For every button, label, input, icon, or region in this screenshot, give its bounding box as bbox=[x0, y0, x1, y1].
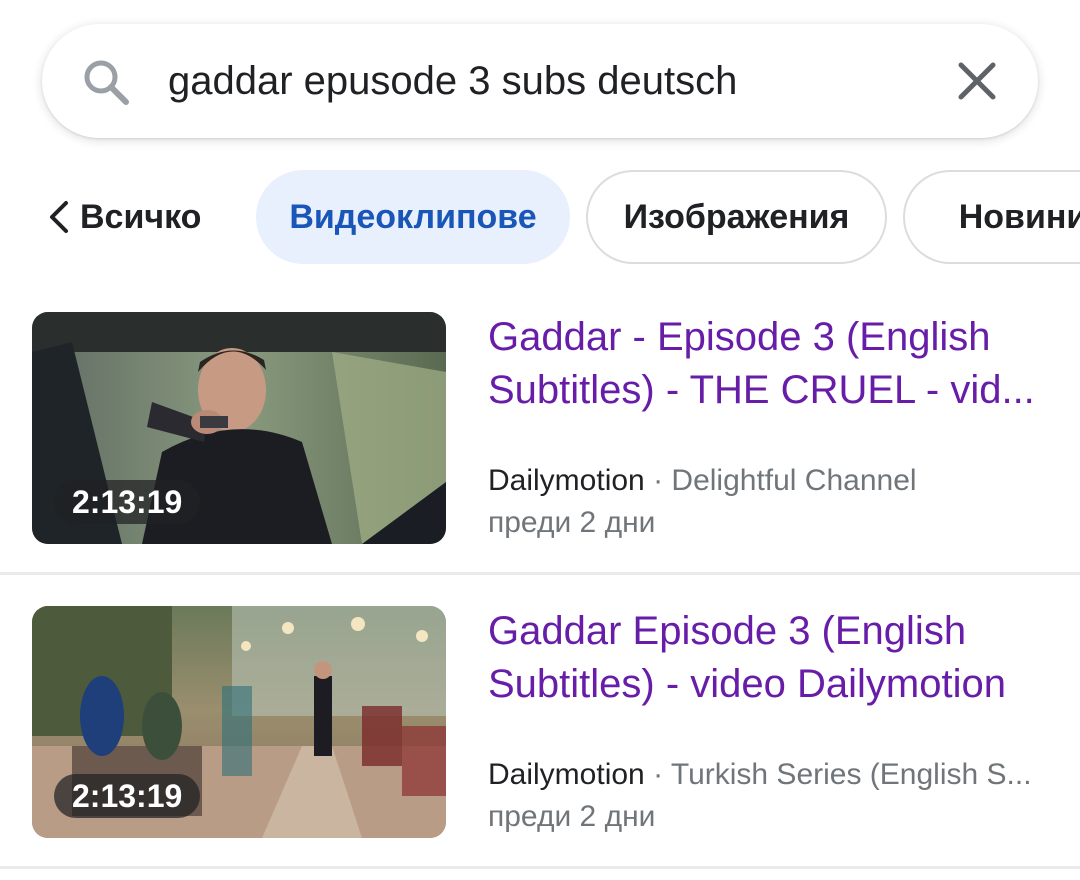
search-input[interactable]: gaddar epusode 3 subs deutsch bbox=[168, 57, 737, 105]
chip-all[interactable]: Всичко bbox=[46, 170, 201, 264]
result-divider bbox=[0, 866, 1080, 869]
meta-separator: · bbox=[644, 758, 671, 791]
chip-videos-label: Видеоклипове bbox=[289, 197, 537, 236]
video-source: Dailymotion bbox=[488, 758, 645, 791]
video-channel: Turkish Series (English S... bbox=[670, 758, 1032, 791]
video-age: преди 2 дни bbox=[488, 800, 656, 833]
video-title-line: Gaddar - Episode 3 (English bbox=[488, 315, 991, 359]
chip-news[interactable]: Новини bbox=[903, 170, 1080, 264]
search-icon bbox=[84, 60, 129, 105]
meta-separator: · bbox=[644, 464, 672, 497]
chip-news-label: Новини bbox=[958, 197, 1080, 236]
filter-chips: Всичко Видеоклипове Изображения Новини bbox=[0, 170, 1080, 266]
video-title-line: Subtitles) - THE CRUEL - vid... bbox=[488, 368, 1035, 412]
video-duration: 2:13:19 bbox=[54, 774, 201, 818]
video-meta: Dailymotion · Turkish Series (English S.… bbox=[488, 754, 1058, 796]
result-divider bbox=[0, 572, 1080, 575]
video-source: Dailymotion bbox=[488, 464, 645, 497]
video-title[interactable]: Gaddar Episode 3 (English Subtitles) - v… bbox=[488, 605, 1048, 711]
video-channel: Delightful Channel bbox=[671, 464, 917, 497]
chip-all-label: Всичко bbox=[80, 197, 202, 236]
chip-images[interactable]: Изображения bbox=[586, 170, 887, 264]
chip-videos[interactable]: Видеоклипове bbox=[256, 170, 570, 264]
chevron-left-icon bbox=[50, 201, 68, 233]
video-title-line: Gaddar Episode 3 (English bbox=[488, 609, 967, 653]
video-result[interactable]: 2:13:19 Gaddar Episode 3 (English Subtit… bbox=[0, 606, 1080, 866]
close-icon[interactable] bbox=[953, 57, 1001, 105]
video-result[interactable]: 2:13:19 Gaddar - Episode 3 (English Subt… bbox=[0, 312, 1080, 572]
video-thumbnail[interactable]: 2:13:19 bbox=[32, 606, 446, 838]
video-duration: 2:13:19 bbox=[54, 480, 201, 524]
video-age: преди 2 дни bbox=[488, 506, 656, 539]
video-title[interactable]: Gaddar - Episode 3 (English Subtitles) -… bbox=[488, 311, 1048, 417]
chip-images-label: Изображения bbox=[623, 197, 850, 236]
video-meta: Dailymotion · Delightful Channel bbox=[488, 460, 1058, 502]
video-thumbnail[interactable]: 2:13:19 bbox=[32, 312, 446, 544]
video-title-line: Subtitles) - video Dailymotion bbox=[488, 662, 1006, 706]
